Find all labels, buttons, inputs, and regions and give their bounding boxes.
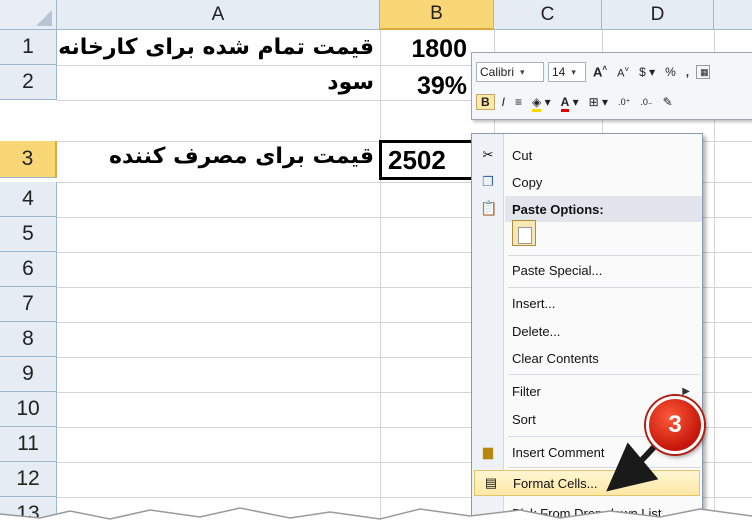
row-header-2[interactable]: 2 (0, 65, 57, 100)
comma-button[interactable]: , (683, 65, 692, 79)
mini-toolbar: Calibri ▾ 14 ▾ A˄ A˅ $ ▾ % , ▦ B I ≡ ◈ ▾ A… (471, 52, 752, 120)
row-header-7[interactable]: 7 (0, 287, 57, 322)
increase-decimal-icon[interactable]: .0⁺ (615, 97, 633, 108)
column-header-b[interactable]: B (380, 0, 494, 30)
select-all-corner[interactable] (0, 0, 57, 30)
row-header-3[interactable]: 3 (0, 141, 57, 178)
menu-item-format-cells[interactable]: ▤ Format Cells... (474, 470, 700, 496)
cell-a3[interactable]: قیمت برای مصرف کننده (58, 140, 378, 174)
menu-item-paste-special[interactable]: Paste Special... (472, 257, 702, 283)
menu-item-copy[interactable]: ❐ Copy (472, 169, 702, 195)
row-header-13[interactable]: 13 (0, 497, 57, 527)
row-header-12[interactable]: 12 (0, 462, 57, 497)
step-callout-badge: 3 (646, 396, 704, 454)
borders-button[interactable]: ⊞ ▾ (586, 95, 611, 109)
column-header-e[interactable] (714, 0, 752, 30)
cell-a1[interactable]: قیمت تمام شده برای کارخانه (58, 31, 378, 65)
decrease-decimal-icon[interactable]: .0₋ (637, 97, 655, 108)
row-header-11[interactable]: 11 (0, 427, 57, 462)
format-painter-icon[interactable]: ✎ (660, 95, 676, 109)
context-menu: ✂ Cut ❐ Copy Paste Options: 📋 Paste Spec… (471, 133, 703, 527)
fill-color-button[interactable]: ◈ ▾ (529, 95, 554, 112)
font-color-button[interactable]: A ▾ (558, 95, 582, 112)
font-size-combo[interactable]: 14 ▾ (548, 62, 586, 82)
row-header-1[interactable]: 1 (0, 30, 57, 65)
row-header-10[interactable]: 10 (0, 392, 57, 427)
row-header-4[interactable]: 4 (0, 182, 57, 217)
grow-font-button[interactable]: A˄ (590, 64, 610, 79)
column-header-a[interactable]: A (57, 0, 380, 30)
italic-button[interactable]: I (499, 95, 508, 109)
scissors-icon: ✂ (482, 147, 494, 162)
format-painter-grid-icon[interactable]: ▦ (696, 65, 711, 79)
row-header-6[interactable]: 6 (0, 252, 57, 287)
cell-a2[interactable]: سود (58, 66, 378, 100)
font-name-combo[interactable]: Calibri ▾ (476, 62, 544, 82)
bold-button[interactable]: B (476, 94, 495, 110)
percent-button[interactable]: % (662, 65, 679, 79)
column-header-c[interactable]: C (494, 0, 602, 30)
row-header-9[interactable]: 9 (0, 357, 57, 392)
menu-item-clear-contents[interactable]: Clear Contents (472, 345, 702, 371)
format-cells-icon: ▤ (484, 475, 498, 490)
copy-icon: ❐ (482, 174, 494, 189)
paste-options-heading: Paste Options: (505, 196, 702, 222)
menu-item-delete[interactable]: Delete... (472, 318, 702, 344)
currency-button[interactable]: $ ▾ (636, 65, 658, 79)
row-header-5[interactable]: 5 (0, 217, 57, 252)
shrink-font-button[interactable]: A˅ (614, 65, 632, 80)
submenu-arrow-icon: ▶ (682, 385, 690, 397)
clipboard-icon: 📋 (480, 200, 498, 216)
menu-item-insert[interactable]: Insert... (472, 290, 702, 316)
column-header-d[interactable]: D (602, 0, 714, 30)
row-header-8[interactable]: 8 (0, 322, 57, 357)
comment-icon: ▆ (483, 444, 493, 459)
cell-b2[interactable]: 39% (381, 68, 471, 102)
cell-b1[interactable]: 1800 (381, 31, 471, 65)
paste-icon[interactable] (512, 220, 536, 246)
align-center-icon[interactable]: ≡ (512, 95, 525, 109)
cell-b3: 2502 (388, 145, 446, 175)
menu-item-cut[interactable]: ✂ Cut (472, 142, 702, 168)
menu-item-pick-list[interactable]: Pick From Drop-down List... (472, 500, 702, 526)
